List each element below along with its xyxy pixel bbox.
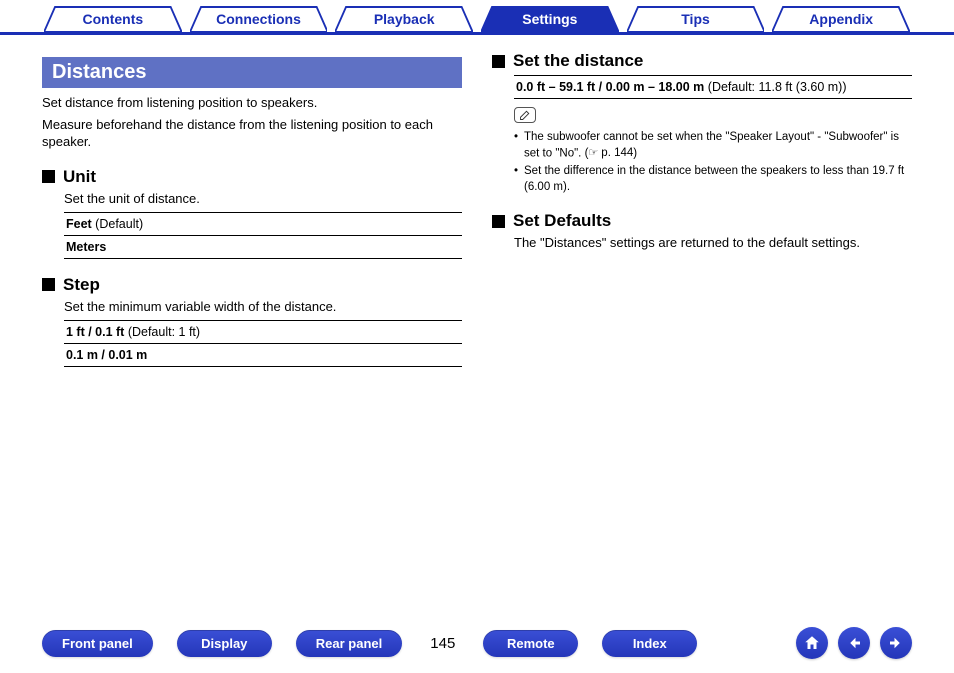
remote-button[interactable]: Remote	[483, 630, 578, 657]
unit-desc: Set the unit of distance.	[64, 191, 462, 206]
section-title: Distances	[42, 57, 462, 88]
rear-panel-button[interactable]: Rear panel	[296, 630, 402, 657]
option-bold: 0.1 m / 0.01 m	[66, 348, 147, 362]
home-button[interactable]	[796, 627, 828, 659]
subhead-set-defaults: Set Defaults	[492, 211, 912, 231]
note-text: The subwoofer cannot be set when the "Sp…	[524, 131, 899, 159]
page-ref-link[interactable]: ☞p. 144	[588, 146, 633, 162]
intro-text: Set distance from listening position to …	[42, 94, 462, 112]
page-number: 145	[426, 635, 459, 652]
page-ref-text: p. 144	[601, 146, 633, 162]
tab-label: Appendix	[809, 11, 873, 27]
option-rest: (Default)	[92, 217, 143, 231]
square-bullet-icon	[42, 170, 55, 183]
option-row: Meters	[64, 236, 462, 259]
intro-text: Measure beforehand the distance from the…	[42, 116, 462, 151]
option-bold: Meters	[66, 240, 106, 254]
subhead-label: Unit	[63, 167, 96, 187]
note-item: The subwoofer cannot be set when the "Sp…	[514, 130, 912, 161]
set-defaults-desc: The "Distances" settings are returned to…	[514, 235, 912, 250]
step-desc: Set the minimum variable width of the di…	[64, 299, 462, 314]
tab-tips[interactable]: Tips	[627, 6, 765, 32]
top-nav: Contents Connections Playback Settings T…	[0, 0, 954, 35]
tab-label: Settings	[522, 11, 577, 27]
page-body: Distances Set distance from listening po…	[0, 35, 954, 367]
option-row: Feet (Default)	[64, 213, 462, 236]
note-text: Set the difference in the distance betwe…	[524, 165, 904, 193]
tab-contents[interactable]: Contents	[44, 6, 182, 32]
square-bullet-icon	[42, 278, 55, 291]
distance-range: 0.0 ft – 59.1 ft / 0.00 m – 18.00 m (Def…	[514, 75, 912, 99]
prev-page-button[interactable]	[838, 627, 870, 659]
option-row: 0.0 ft – 59.1 ft / 0.00 m – 18.00 m (Def…	[514, 76, 912, 99]
note-box	[514, 107, 912, 124]
unit-options: Feet (Default) Meters	[64, 212, 462, 259]
arrow-left-icon	[845, 634, 863, 652]
left-column: Distances Set distance from listening po…	[42, 43, 462, 367]
home-icon	[803, 634, 821, 652]
tab-label: Playback	[374, 11, 435, 27]
index-button[interactable]: Index	[602, 630, 697, 657]
option-bold: Feet	[66, 217, 92, 231]
square-bullet-icon	[492, 55, 505, 68]
tab-label: Contents	[83, 11, 144, 27]
option-row: 0.1 m / 0.01 m	[64, 344, 462, 367]
arrow-right-icon	[887, 634, 905, 652]
step-options: 1 ft / 0.1 ft (Default: 1 ft) 0.1 m / 0.…	[64, 320, 462, 367]
subhead-label: Step	[63, 275, 100, 295]
option-bold: 1 ft / 0.1 ft	[66, 325, 124, 339]
tab-playback[interactable]: Playback	[335, 6, 473, 32]
bottom-bar: Front panel Display Rear panel 145 Remot…	[0, 627, 954, 659]
option-bold: 0.0 ft – 59.1 ft / 0.00 m – 18.00 m	[516, 80, 704, 94]
subhead-label: Set Defaults	[513, 211, 611, 231]
nav-icons	[796, 627, 912, 659]
subhead-set-distance: Set the distance	[492, 51, 912, 71]
option-rest: (Default: 11.8 ft (3.60 m))	[704, 80, 846, 94]
note-list: The subwoofer cannot be set when the "Sp…	[514, 130, 912, 195]
pencil-icon	[514, 107, 536, 123]
tab-connections[interactable]: Connections	[190, 6, 328, 32]
subhead-step: Step	[42, 275, 462, 295]
option-rest: (Default: 1 ft)	[124, 325, 200, 339]
right-column: Set the distance 0.0 ft – 59.1 ft / 0.00…	[492, 43, 912, 367]
front-panel-button[interactable]: Front panel	[42, 630, 153, 657]
next-page-button[interactable]	[880, 627, 912, 659]
note-item: Set the difference in the distance betwe…	[514, 164, 912, 195]
tab-label: Tips	[681, 11, 710, 27]
tab-settings[interactable]: Settings	[481, 6, 619, 32]
tab-label: Connections	[216, 11, 301, 27]
option-row: 1 ft / 0.1 ft (Default: 1 ft)	[64, 321, 462, 344]
display-button[interactable]: Display	[177, 630, 272, 657]
note-text: )	[633, 147, 637, 159]
pointing-hand-icon: ☞	[588, 146, 598, 161]
tab-appendix[interactable]: Appendix	[772, 6, 910, 32]
square-bullet-icon	[492, 215, 505, 228]
subhead-unit: Unit	[42, 167, 462, 187]
subhead-label: Set the distance	[513, 51, 643, 71]
